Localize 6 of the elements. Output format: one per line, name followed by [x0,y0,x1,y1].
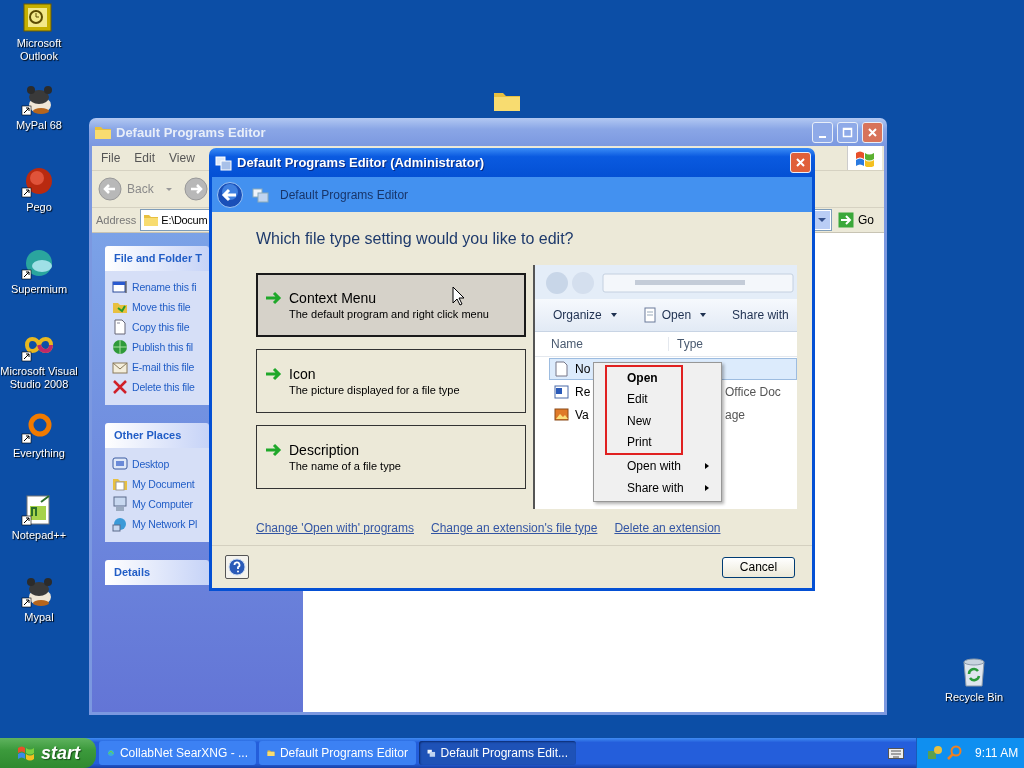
page-title: Default Programs Editor [280,187,409,202]
address-label: Address [96,214,137,226]
window-title: Default Programs Editor [116,124,267,140]
clock: 9:11 AM [975,746,1019,760]
heading: Which file type setting would you like to edit? [256,230,575,248]
window-title: Default Programs Editor (Administrator) [237,155,486,170]
